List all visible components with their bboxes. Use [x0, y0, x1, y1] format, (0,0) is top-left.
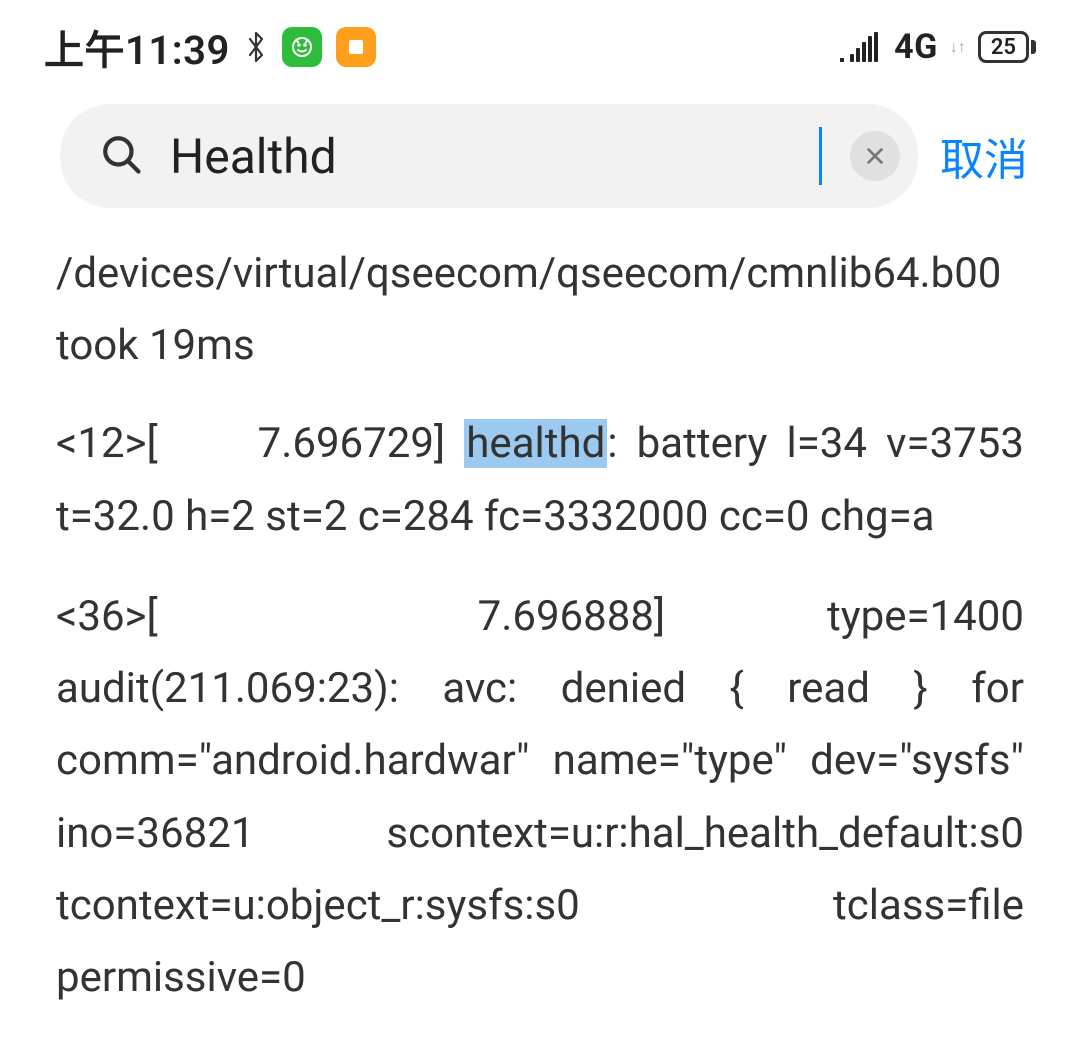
- status-left: 上午11:39: [44, 18, 376, 76]
- battery-icon: 25: [978, 31, 1036, 63]
- search-input-wrap[interactable]: Healthd: [170, 127, 822, 185]
- signal-icon: [840, 32, 882, 62]
- status-time: 上午11:39: [44, 18, 230, 76]
- status-bar: 上午11:39 4G ↓↑: [0, 0, 1080, 86]
- cancel-button[interactable]: 取消: [940, 124, 1040, 188]
- data-arrows-icon: ↓↑: [950, 37, 966, 57]
- log-content[interactable]: /devices/virtual/qseecom/qseecom/cmnlib6…: [0, 222, 1080, 1014]
- log-timestamp: 7.696729]: [258, 419, 465, 468]
- search-row: Healthd 取消: [0, 86, 1080, 222]
- text-caret: [819, 127, 822, 185]
- search-field[interactable]: Healthd: [60, 104, 918, 208]
- search-highlight: healthd: [464, 419, 607, 468]
- log-timestamp: 7.696888]: [478, 592, 665, 641]
- battery-level: 25: [978, 31, 1029, 63]
- clear-search-button[interactable]: [850, 131, 900, 181]
- status-right: 4G ↓↑ 25: [840, 27, 1036, 67]
- log-entry: /devices/virtual/qseecom/qseecom/cmnlib6…: [56, 238, 1024, 382]
- log-text: <36>[: [56, 592, 158, 641]
- search-icon: [100, 133, 142, 179]
- bluetooth-icon: [244, 27, 268, 67]
- log-entry: <36>[ 7.696888] type=1400 audit(211.069:2…: [56, 581, 1024, 1014]
- app-icon-green: [282, 27, 322, 67]
- search-input[interactable]: Healthd: [170, 128, 821, 185]
- app-icon-orange: [336, 27, 376, 67]
- log-entry: <12>[7.696729] healthd: battery l=34 v=3…: [56, 408, 1024, 552]
- log-text: type=1400 audit(211.069:23): avc: denied…: [56, 592, 1024, 1002]
- network-type: 4G: [894, 27, 938, 67]
- log-text: <12>[: [56, 419, 158, 468]
